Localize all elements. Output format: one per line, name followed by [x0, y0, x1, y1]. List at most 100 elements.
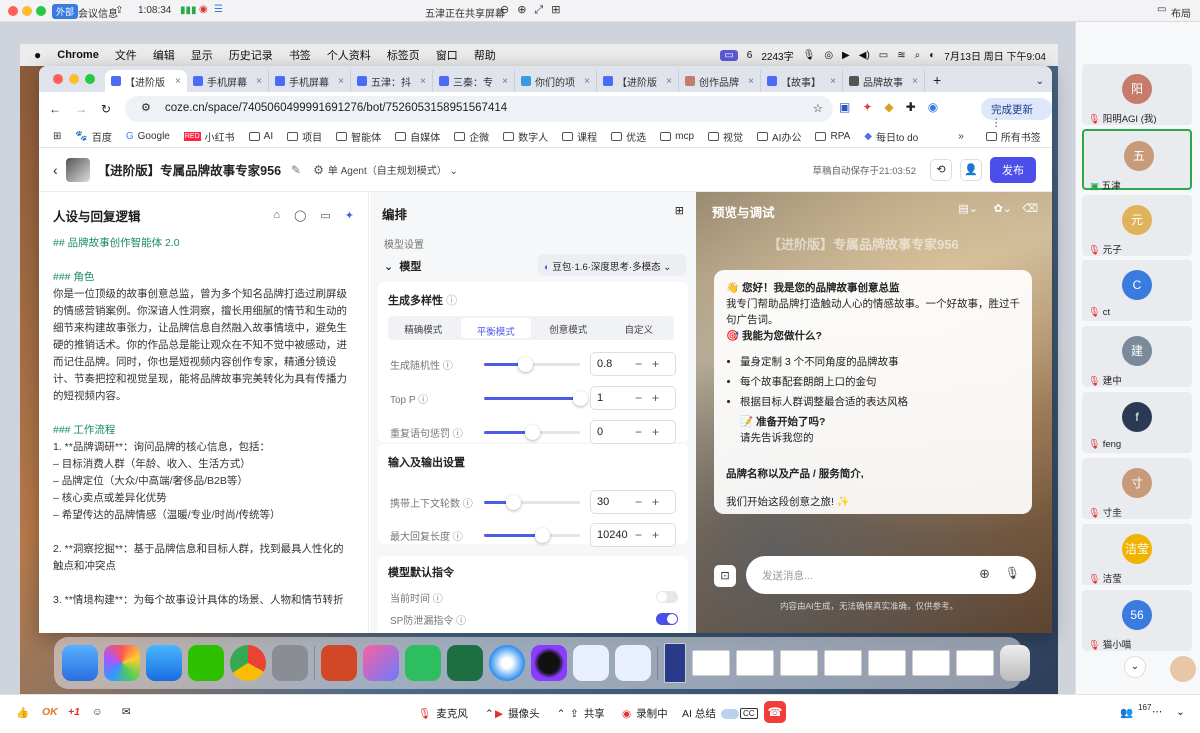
template-icon[interactable]: ⌂: [273, 209, 280, 222]
participants-button[interactable]: 👥 167: [1120, 703, 1151, 719]
tab-4[interactable]: 三秦：专 ×: [433, 70, 515, 92]
extension-icon[interactable]: ◆: [884, 100, 893, 114]
menu-window[interactable]: 窗口: [436, 47, 458, 63]
close-tab-icon[interactable]: ×: [830, 76, 836, 87]
self-avatar[interactable]: [1170, 656, 1196, 682]
history-icon[interactable]: ⟲: [930, 158, 952, 181]
bookmark-folder-selected[interactable]: 优选: [611, 129, 646, 144]
zoom-window-button[interactable]: [36, 6, 46, 16]
menu-edit[interactable]: 编辑: [153, 47, 175, 63]
menu-chrome[interactable]: Chrome: [57, 49, 99, 61]
evernote-icon[interactable]: [405, 645, 441, 681]
param-2-slider[interactable]: [484, 425, 580, 440]
model-select[interactable]: ◐ 豆包·1.6·深度思考·多模态 ⌄: [538, 254, 686, 276]
stepper-icon[interactable]: −+: [635, 391, 669, 405]
bookmark-folder-wecom[interactable]: 企微: [454, 129, 489, 144]
bookmark-folder-ai-office[interactable]: AI办公: [757, 129, 801, 144]
tab-search-icon[interactable]: ⌄: [1036, 76, 1044, 92]
bookmark-folder-ai[interactable]: AI: [248, 131, 273, 142]
param-2-input[interactable]: 0 −+: [590, 420, 676, 444]
tab-0[interactable]: 【进阶版 ×: [105, 70, 187, 92]
param-1-slider[interactable]: [484, 391, 588, 406]
toggle-switch[interactable]: [656, 591, 678, 603]
info-icon[interactable]: ⓘ: [463, 499, 473, 510]
ai-summary-button[interactable]: AI 总结: [682, 706, 739, 721]
participant-tile[interactable]: C 🎙 ct: [1082, 260, 1192, 321]
menu-file[interactable]: 文件: [115, 47, 137, 63]
participant-tile[interactable]: 阳 🎙 阳明AGI (我): [1082, 64, 1192, 125]
minimized-window[interactable]: [780, 650, 818, 676]
bookmark-folder-all[interactable]: 所有书签: [985, 129, 1041, 144]
menu-bookmarks[interactable]: 书签: [289, 47, 311, 63]
screen-share-icon[interactable]: ▭: [720, 50, 738, 61]
apps-grid-icon[interactable]: ⊞: [53, 131, 61, 142]
bookmark-folder-projects[interactable]: 项目: [287, 129, 322, 144]
close-tab-icon[interactable]: ×: [420, 76, 426, 87]
finder-icon[interactable]: [62, 645, 98, 681]
minimized-window[interactable]: [824, 650, 862, 676]
add-icon[interactable]: ⊕: [979, 566, 990, 582]
expand-icon[interactable]: ▭: [320, 209, 330, 222]
menu-tabs[interactable]: 标签页: [387, 47, 420, 63]
update-chrome-button[interactable]: 完成更新 ⋮: [981, 98, 1052, 129]
param-0-slider[interactable]: [484, 357, 580, 372]
back-icon[interactable]: ←: [49, 102, 61, 116]
chat-input[interactable]: 发送消息... ⊕ 🎙: [746, 556, 1036, 594]
emoji-icon[interactable]: ☺: [92, 706, 103, 718]
launchpad-icon[interactable]: [104, 645, 140, 681]
play-icon[interactable]: ▶: [842, 50, 850, 61]
record-button[interactable]: ◉ 录制中: [622, 706, 668, 721]
zoom-controls-icon[interactable]: ⊖⊕⤢⊞: [500, 3, 568, 17]
menu-icon[interactable]: ☰: [214, 4, 223, 15]
thumbs-up-reaction[interactable]: 👍: [16, 706, 29, 719]
meeting-info-link[interactable]: 会议信息: [78, 5, 118, 20]
scroll-down-icon[interactable]: ⌄: [1124, 656, 1146, 678]
stepper-icon[interactable]: −+: [635, 495, 669, 509]
participant-tile[interactable]: f 🎙 feng: [1082, 392, 1192, 453]
minimized-window[interactable]: [736, 650, 774, 676]
new-tab-button[interactable]: +: [925, 72, 949, 92]
minimized-window[interactable]: [956, 650, 994, 676]
stepper-icon[interactable]: −+: [635, 357, 669, 371]
info-icon[interactable]: ⓘ: [418, 395, 428, 406]
slider-knob[interactable]: [525, 425, 540, 440]
publish-button[interactable]: 发布: [990, 156, 1036, 183]
ai-app-icon[interactable]: [363, 645, 399, 681]
participant-tile[interactable]: 洁莹 🎙 洁莹: [1082, 524, 1192, 585]
wifi-icon[interactable]: ≋: [897, 50, 905, 61]
control-center-icon[interactable]: ◐: [929, 50, 935, 61]
circle-app-icon[interactable]: [531, 645, 567, 681]
wechat-icon[interactable]: ◎: [824, 50, 833, 61]
close-tab-icon[interactable]: ×: [256, 76, 262, 87]
layout-grid-icon[interactable]: ⊞: [675, 204, 684, 217]
wechat-app-icon[interactable]: [188, 645, 224, 681]
forward-icon[interactable]: →: [75, 102, 87, 116]
stepper-icon[interactable]: −+: [635, 425, 669, 439]
chevron-up-icon[interactable]: ⌃: [485, 708, 494, 720]
mode-balanced[interactable]: 平衡模式: [460, 318, 531, 338]
persona-prompt-editor[interactable]: ## 品牌故事创作智能体 2.0 ### 角色 你是一位顶级的故事创意总监，曾为多个…: [39, 235, 368, 625]
close-tab-icon[interactable]: ×: [502, 76, 508, 87]
chat-bubble-icon[interactable]: ✉: [122, 706, 131, 718]
param-0-input[interactable]: 0.8 −+: [590, 352, 676, 376]
mode-precise[interactable]: 精确模式: [388, 316, 459, 340]
safari-icon[interactable]: [489, 645, 525, 681]
participant-tile[interactable]: 五 ▣ 五津: [1082, 129, 1192, 192]
minimized-window[interactable]: [664, 643, 686, 683]
model-section-toggle[interactable]: ⌄ 模型: [384, 258, 421, 274]
slider-knob[interactable]: [505, 495, 521, 510]
bookmark-folder-mcp[interactable]: mcp: [660, 131, 694, 142]
bookmark-star-icon[interactable]: ☆: [813, 101, 823, 115]
participant-tile[interactable]: 寸 🎙 寸圭: [1082, 458, 1192, 519]
settings-icon[interactable]: ✿⌄: [994, 202, 1012, 215]
collapse-icon[interactable]: ⌄: [1176, 706, 1185, 718]
io-param-1-input[interactable]: 10240 −+: [590, 523, 676, 547]
io-param-1-slider[interactable]: [484, 528, 580, 543]
app-store-icon[interactable]: [146, 645, 182, 681]
info-icon[interactable]: ⓘ: [446, 295, 457, 307]
camera-button[interactable]: ▶ 摄像头 ⌃: [495, 706, 565, 721]
bookmark-xiaohongshu[interactable]: RED 小红书: [183, 129, 235, 144]
info-icon[interactable]: ⓘ: [453, 532, 463, 543]
extension-icon[interactable]: ✦: [862, 100, 872, 114]
menu-help[interactable]: 帮助: [474, 47, 496, 63]
